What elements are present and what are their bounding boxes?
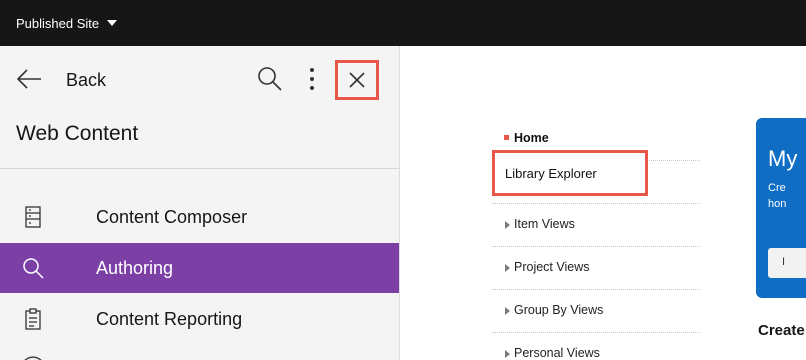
close-icon: [349, 72, 365, 88]
sidebar-item-content-reporting[interactable]: Content Reporting: [0, 294, 399, 344]
menu-item-label: Personal Views: [514, 346, 600, 360]
document-list-icon: [25, 206, 41, 228]
sidebar-item-label: Content Reporting: [96, 309, 243, 329]
card-button-label: I: [782, 256, 786, 268]
menu-item-label: Group By Views: [514, 303, 604, 317]
sidebar-item-label: Content Composer: [96, 207, 248, 227]
caret-right-icon: [505, 264, 510, 272]
divider: [0, 168, 399, 169]
search-icon[interactable]: [256, 64, 284, 94]
menu-item-group-by-views[interactable]: Group By Views: [492, 290, 700, 333]
card-button[interactable]: I: [768, 248, 806, 278]
menu-item-label: Item Views: [514, 217, 575, 231]
card-title: My: [768, 146, 798, 171]
welcome-card: My Cre hon I: [756, 118, 806, 298]
caret-right-icon: [505, 221, 510, 229]
sidebar-item-label: Authoring: [96, 258, 174, 278]
site-switcher[interactable]: Published Site: [16, 0, 118, 46]
back-link[interactable]: Back: [66, 70, 106, 91]
current-marker: [504, 135, 509, 140]
close-button[interactable]: [335, 60, 379, 100]
sidebar-title: Web Content: [16, 122, 139, 145]
card-text: Cre: [768, 182, 786, 194]
menu-item-item-views[interactable]: Item Views: [492, 204, 700, 247]
sidebar-item-authoring[interactable]: Authoring: [0, 243, 399, 293]
caret-right-icon: [505, 307, 510, 315]
menu-item-personal-views[interactable]: Personal Views: [492, 333, 700, 360]
caret-right-icon: [505, 350, 510, 358]
menu-item-project-views[interactable]: Project Views: [492, 247, 700, 290]
sidebar-header: Back: [0, 60, 399, 100]
sidebar: Back Web Content Content Composer Author…: [0, 46, 400, 360]
overflow-menu-icon[interactable]: [304, 64, 320, 94]
sidebar-item-content-composer[interactable]: Content Composer: [0, 192, 399, 242]
arrow-left-icon[interactable]: [16, 68, 42, 90]
library-explorer-highlight[interactable]: Library Explorer: [492, 150, 648, 196]
create-heading: Create: [758, 322, 805, 339]
partial-icon: [24, 356, 42, 360]
search-icon: [23, 258, 44, 279]
top-bar: Published Site: [0, 0, 806, 46]
menu-item-label: Library Explorer: [505, 166, 597, 181]
card-text: hon: [768, 198, 787, 210]
menu-item-label: Home: [514, 131, 549, 145]
clipboard-icon: [25, 308, 41, 330]
site-switcher-label: Published Site: [16, 15, 100, 31]
chevron-down-icon: [107, 20, 118, 26]
menu-item-label: Project Views: [514, 260, 590, 274]
